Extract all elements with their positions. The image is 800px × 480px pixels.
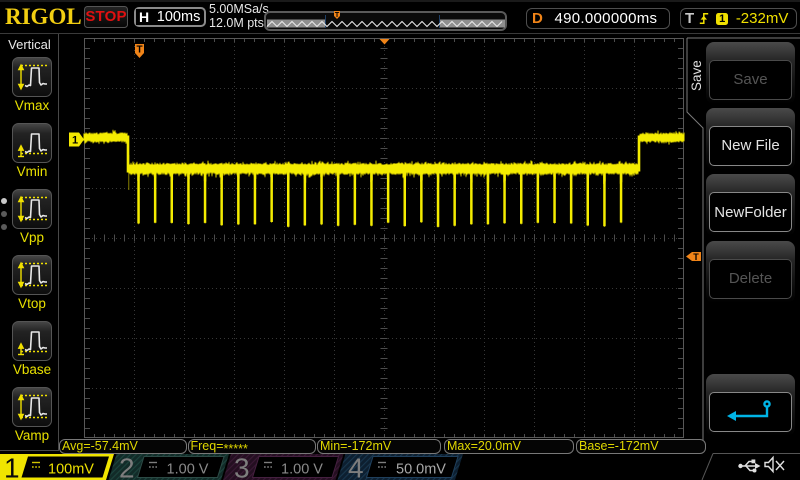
svg-text:Save: Save [689, 60, 704, 91]
svg-text:1.00 V: 1.00 V [281, 462, 323, 478]
svg-text:2: 2 [119, 454, 135, 480]
svg-text:50.0mV: 50.0mV [396, 462, 446, 478]
svg-text:100mV: 100mV [48, 462, 94, 478]
svg-text:3: 3 [234, 454, 250, 480]
svg-text:T: T [137, 45, 143, 56]
svg-text:1: 1 [72, 135, 78, 147]
svg-text:1.00 V: 1.00 V [167, 462, 209, 478]
svg-text:4: 4 [348, 454, 364, 480]
svg-text:1: 1 [4, 454, 20, 480]
